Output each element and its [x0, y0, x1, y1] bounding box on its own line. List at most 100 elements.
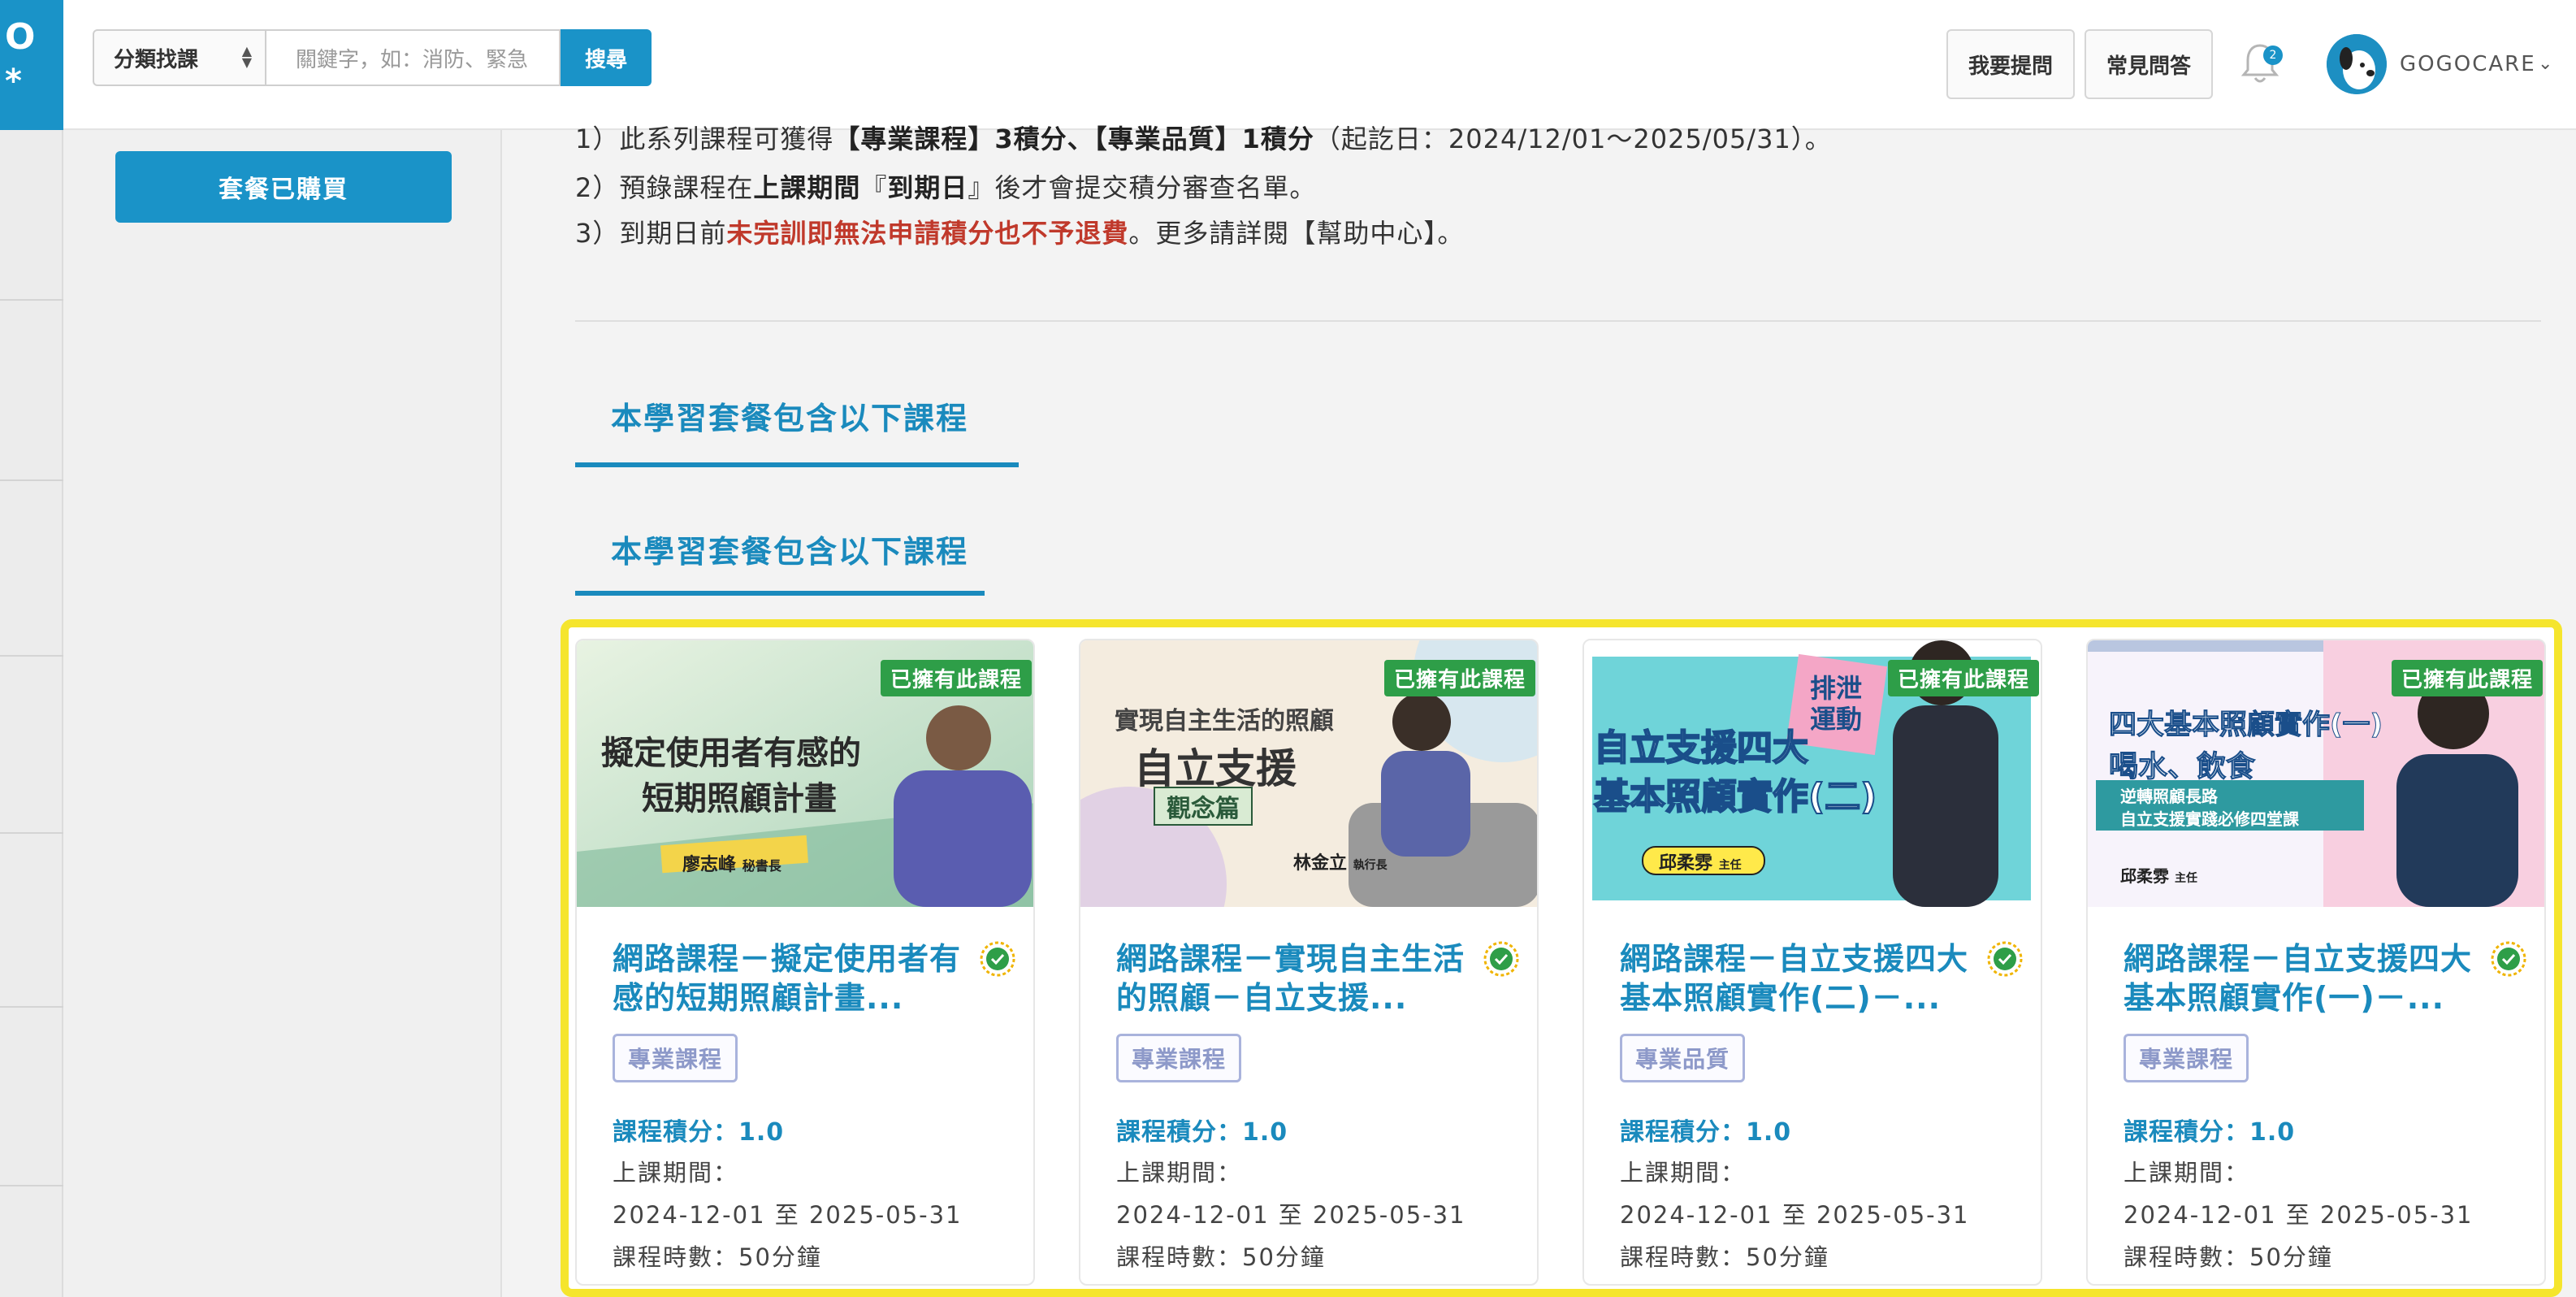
note-text: 2）預錄課程在 [575, 172, 754, 203]
top-header: O * 分類找課 ▲ ▼ 關鍵字，如：消防、緊急 搜尋 我要提問 常見問答 2 GO… [0, 0, 2576, 130]
thumb-person-name: 邱柔雰 [1659, 853, 1713, 874]
ask-question-button[interactable]: 我要提問 [1946, 29, 2075, 99]
thumb-person-role: 秘書長 [742, 858, 781, 874]
owned-badge: 已擁有此課程 [1383, 660, 1535, 696]
sidebar-divider [0, 832, 63, 834]
chevron-down-icon[interactable]: ⌄ [2538, 54, 2552, 74]
thumb-subtitle: 短期照顧計畫 [642, 780, 837, 818]
thumb-tagline: 逆轉照顧長路 [2120, 787, 2218, 806]
note-text: 。更多請詳閱【幫助中心】。 [1128, 218, 1465, 249]
faq-button[interactable]: 常見問答 [2085, 29, 2213, 99]
note-text: 『 [860, 172, 888, 203]
course-card[interactable]: 實現自主生活的照顧 自立支援 觀念篇 林金立 執行長 已擁有此課程 網路課程－實… [1079, 639, 1539, 1286]
course-period: 2024-12-01 至 2025-05-31 [613, 1201, 963, 1229]
note-line-1: 1）此系列課程可獲得【專業課程】3積分、【專業品質】1積分（起訖日：2024/1… [575, 119, 1832, 156]
thumb-person: 邱柔雰 主任 [1659, 848, 1742, 874]
thumb-subtitle: 基本照顧實作(二) [1593, 775, 1877, 818]
note-text: （起訖日：2024/12/01～2025/05/31）。 [1314, 124, 1832, 154]
verified-icon [1483, 941, 1519, 977]
avatar[interactable] [2327, 34, 2387, 94]
course-title[interactable]: 網路課程－擬定使用者有感的短期照顧計畫... [613, 939, 978, 1017]
sidebar-divider [0, 1185, 63, 1186]
thumb-subtitle: 喝水、飲食 [2108, 750, 2256, 784]
notification-badge: 2 [2263, 46, 2283, 65]
verified-icon [2491, 941, 2526, 977]
course-credit: 課程積分：1.0 [1116, 1118, 1288, 1147]
course-period-label: 上課期間： [1116, 1159, 1243, 1186]
course-duration: 課程時數：50分鐘 [2124, 1243, 2333, 1271]
course-period-label: 上課期間： [1620, 1159, 1747, 1186]
select-arrows-icon: ▲ ▼ [241, 43, 252, 70]
sidebar-divider [0, 299, 63, 301]
course-card[interactable]: 自立支援四大 基本照顧實作(二) 排泄運動 邱柔雰 主任 已擁有此課程 網路課程… [1582, 639, 2042, 1286]
dog-avatar-icon [2327, 34, 2387, 94]
thumb-person: 廖志峰 秘書長 [682, 850, 781, 876]
course-card[interactable]: 四大基本照顧實作(一) 喝水、飲食 逆轉照顧長路 自立支援實踐必修四堂課 邱柔雰… [2086, 639, 2546, 1286]
tab-label: 本學習套餐包含以下課程 [611, 534, 969, 570]
user-name[interactable]: GOGOCARE [2400, 52, 2536, 76]
thumb-person-role: 執行長 [1353, 859, 1388, 872]
search-button[interactable]: 搜尋 [561, 29, 652, 86]
tab-underline [575, 462, 1019, 467]
thumb-person-name: 廖志峰 [682, 855, 737, 875]
course-title[interactable]: 網路課程－自立支援四大基本照顧實作(二)－... [1620, 939, 1985, 1017]
thumb-title: 自立支援四大 [1593, 727, 1809, 770]
thumb-title: 擬定使用者有感的 [601, 735, 861, 772]
course-period: 2024-12-01 至 2025-05-31 [1620, 1201, 1970, 1229]
thumb-title: 實現自主生活的照顧 [1115, 707, 1334, 735]
course-thumbnail[interactable]: 自立支援四大 基本照顧實作(二) 排泄運動 邱柔雰 主任 已擁有此課程 [1584, 640, 2041, 907]
course-title[interactable]: 網路課程－自立支援四大基本照顧實作(一)－... [2124, 939, 2489, 1017]
course-period-label: 上課期間： [613, 1159, 739, 1186]
course-category-tag: 專業品質 [1620, 1034, 1746, 1082]
note-line-2: 2）預錄課程在上課期間『到期日』後才會提交積分審查名單。 [575, 167, 1316, 205]
course-thumbnail[interactable]: 實現自主生活的照顧 自立支援 觀念篇 林金立 執行長 已擁有此課程 [1080, 640, 1537, 907]
course-duration: 課程時數：50分鐘 [613, 1243, 822, 1271]
note-bold: 到期日 [887, 172, 968, 203]
category-select[interactable]: 分類找課 ▲ ▼ [93, 29, 266, 86]
course-duration: 課程時數：50分鐘 [1620, 1243, 1829, 1271]
course-title[interactable]: 網路課程－實現自主生活的照顧－自立支援... [1116, 939, 1482, 1017]
thumb-tag: 排泄運動 [1810, 673, 1863, 735]
note-warning: 未完訓即無法申請積分也不予退費 [726, 218, 1129, 249]
course-category-tag: 專業課程 [2124, 1034, 2249, 1082]
left-panel [63, 130, 502, 1297]
verified-icon [980, 941, 1015, 977]
search-input[interactable]: 關鍵字，如：消防、緊急 [266, 29, 561, 86]
note-line-3: 3）到期日前未完訓即無法申請積分也不予退費。更多請詳閱【幫助中心】。 [575, 213, 1464, 250]
sidebar-divider [0, 479, 63, 481]
course-duration: 課程時數：50分鐘 [1116, 1243, 1326, 1271]
course-credit: 課程積分：1.0 [2124, 1118, 2296, 1147]
tab-courses-included[interactable]: 本學習套餐包含以下課程 [575, 393, 1019, 467]
note-text: 』後才會提交積分審查名單。 [968, 172, 1317, 203]
course-period: 2024-12-01 至 2025-05-31 [1116, 1201, 1466, 1229]
search-placeholder: 關鍵字，如：消防、緊急 [296, 47, 529, 72]
owned-badge: 已擁有此課程 [880, 660, 1032, 696]
thumb-person: 邱柔雰 主任 [2120, 863, 2197, 887]
thumb-tag: 觀念篇 [1154, 787, 1253, 826]
thumb-title: 四大基本照顧實作(一) [2108, 709, 2383, 742]
tab-courses-included-2[interactable]: 本學習套餐包含以下課程 [575, 527, 985, 596]
tab-underline [575, 591, 985, 596]
course-period: 2024-12-01 至 2025-05-31 [2124, 1201, 2474, 1229]
owned-badge: 已擁有此課程 [2391, 660, 2543, 696]
course-thumbnail[interactable]: 擬定使用者有感的 短期照顧計畫 廖志峰 秘書長 已擁有此課程 [577, 640, 1033, 907]
section-divider [575, 320, 2541, 322]
sidebar-divider [0, 655, 63, 657]
course-credit: 課程積分：1.0 [613, 1118, 785, 1147]
sidebar-divider [0, 1006, 63, 1008]
thumb-person-name: 林金立 [1293, 853, 1348, 874]
thumb-person-name: 邱柔雰 [2120, 866, 2169, 886]
verified-icon [1987, 941, 2023, 977]
note-text: 1）此系列課程可獲得 [575, 124, 834, 154]
logo[interactable]: O * [0, 0, 63, 130]
course-period-label: 上課期間： [2124, 1159, 2250, 1186]
icon-sidebar [0, 130, 63, 1297]
thumb-person: 林金立 執行長 [1293, 848, 1388, 874]
owned-badge: 已擁有此課程 [1887, 660, 2039, 696]
package-purchased-button[interactable]: 套餐已購買 [115, 151, 452, 223]
course-card[interactable]: 擬定使用者有感的 短期照顧計畫 廖志峰 秘書長 已擁有此課程 網路課程－擬定使用… [575, 639, 1035, 1286]
thumb-person-role: 主任 [1718, 859, 1742, 872]
course-category-tag: 專業課程 [613, 1034, 738, 1082]
note-bold: 上課期間 [753, 172, 861, 203]
course-thumbnail[interactable]: 四大基本照顧實作(一) 喝水、飲食 逆轉照顧長路 自立支援實踐必修四堂課 邱柔雰… [2088, 640, 2544, 907]
